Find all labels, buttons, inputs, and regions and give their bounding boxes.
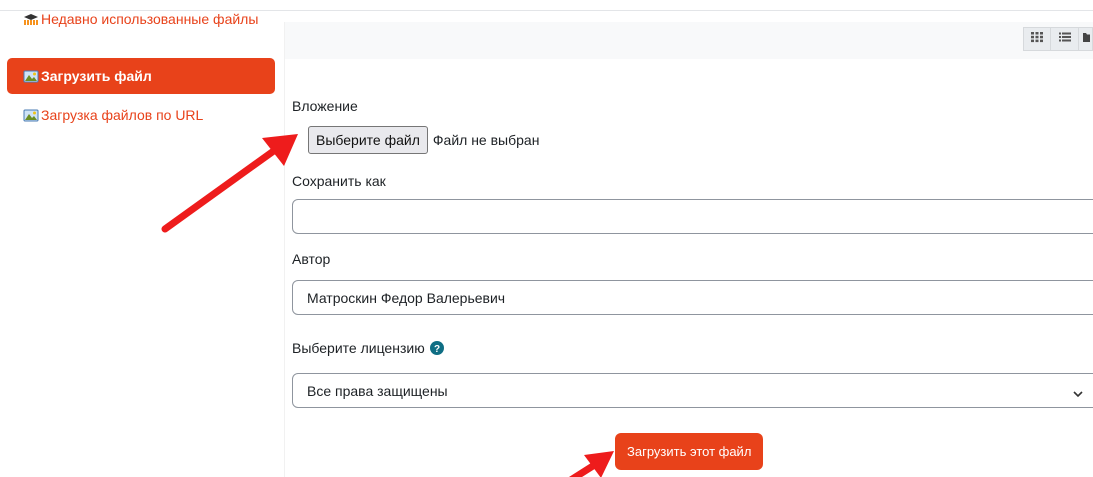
save-as-label: Сохранить как (292, 173, 386, 189)
license-label-row: Выберите лицензию ? (292, 340, 444, 356)
file-status-text: Файл не выбран (432, 132, 540, 148)
sidebar-item-url-download[interactable]: Загрузка файлов по URL (7, 106, 275, 125)
folder-view-icon (1082, 30, 1090, 48)
choose-file-button[interactable]: Выберите файл (308, 126, 428, 154)
help-icon[interactable]: ? (429, 341, 444, 355)
moodle-recent-icon (23, 11, 39, 27)
svg-text:?: ? (434, 344, 440, 355)
annotation-arrow (161, 134, 298, 233)
attachment-label: Вложение (292, 98, 358, 114)
grid-view-icon (1030, 30, 1044, 48)
sidebar-item-upload-file[interactable]: Загрузить файл (7, 58, 275, 94)
save-as-input[interactable] (292, 199, 1093, 234)
file-input-row: Выберите файл Файл не выбран (308, 126, 539, 154)
panel-divider (284, 22, 285, 477)
sidebar-item-label: Загрузить файл (41, 67, 152, 84)
chevron-down-icon (1073, 386, 1083, 398)
list-view-icon (1058, 30, 1072, 48)
license-label: Выберите лицензию (292, 340, 425, 356)
list-view-button[interactable] (1051, 27, 1079, 51)
url-image-icon (23, 107, 39, 123)
license-select-value: Все права защищены (307, 382, 448, 399)
author-input[interactable]: Матроскин Федор Валерьевич (292, 280, 1093, 315)
upload-this-file-button[interactable]: Загрузить этот файл (615, 433, 764, 470)
annotation-arrow (568, 451, 614, 477)
sidebar-item-label: Загрузка файлов по URL (41, 107, 204, 123)
license-select[interactable]: Все права защищены (292, 373, 1093, 408)
view-switcher (1023, 27, 1093, 51)
filepicker-toolbar (285, 22, 1093, 59)
folder-view-button[interactable] (1079, 27, 1093, 51)
sidebar-item-label: Недавно использованные файлы (41, 11, 259, 27)
grid-view-button[interactable] (1023, 27, 1051, 51)
sidebar-item-recent-files[interactable]: Недавно использованные файлы (7, 10, 275, 29)
author-label: Автор (292, 251, 331, 267)
upload-image-icon (23, 68, 39, 84)
